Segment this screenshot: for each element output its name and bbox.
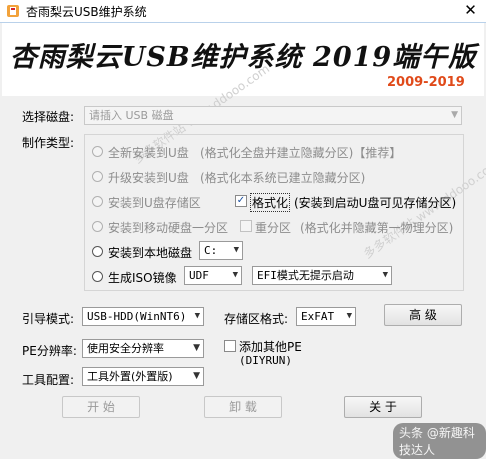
local-disk-value: C: [204, 244, 218, 257]
option-install-storage-desc: (安装到启动U盘可见存储分区) [294, 196, 457, 210]
chevron-down-icon: ▼ [232, 270, 238, 280]
boot-mode-label: 引导模式: [22, 312, 75, 326]
chevron-down-icon: ▼ [382, 270, 388, 280]
option-local-disk-label: 安装到本地磁盘 [108, 246, 193, 260]
radio-install-hdd-partition[interactable] [92, 221, 103, 232]
window-title: 杏雨梨云USB维护系统 [26, 5, 147, 19]
storage-format-dropdown[interactable]: ExFAT ▼ [296, 307, 356, 326]
option-fresh-install-label: 全新安装到U盘 [108, 146, 189, 160]
about-button[interactable]: 关 于 [344, 396, 422, 418]
chevron-down-icon: ▼ [193, 343, 200, 353]
repartition-checkbox[interactable] [240, 220, 252, 232]
format-checkbox[interactable]: ✓ [235, 195, 247, 207]
pe-resolution-dropdown[interactable]: 使用安全分辨率 ▼ [82, 339, 204, 358]
close-button[interactable]: ✕ [455, 0, 486, 20]
disk-select-label: 选择磁盘: [22, 110, 75, 124]
tool-config-label: 工具配置: [22, 373, 75, 387]
tool-config-dropdown[interactable]: 工具外置(外置版) ▼ [82, 367, 204, 386]
start-button[interactable]: 开 始 [62, 396, 140, 418]
option-install-storage-label: 安装到U盘存储区 [108, 196, 201, 210]
chevron-down-icon: ▼ [233, 245, 239, 255]
option-upgrade-install-desc: (格式化本系统已建立隐藏分区) [200, 171, 366, 185]
boot-mode-value: USB-HDD(WinNT6) [87, 310, 187, 323]
boot-mode-dropdown[interactable]: USB-HDD(WinNT6) ▼ [82, 307, 204, 326]
chevron-down-icon: ▼ [194, 311, 200, 321]
iso-format-dropdown[interactable]: UDF ▼ [184, 266, 242, 285]
app-icon [6, 4, 20, 18]
option-fresh-install-desc: (格式化全盘并建立隐藏分区)【推荐】 [200, 146, 402, 160]
option-upgrade-install-label: 升级安装到U盘 [108, 171, 189, 185]
radio-upgrade-install[interactable] [92, 171, 103, 182]
pe-resolution-value: 使用安全分辨率 [87, 342, 164, 355]
option-install-hdd-label: 安装到移动硬盘一分区 [108, 221, 229, 235]
option-iso-label: 生成ISO镜像 [108, 271, 177, 285]
add-other-pe-label: 添加其他PE [239, 340, 302, 354]
uninstall-button[interactable]: 卸 载 [204, 396, 282, 418]
repartition-checkbox-label: 重分区 [255, 221, 292, 235]
radio-install-local-disk[interactable] [92, 246, 103, 257]
banner-year-range: 2009-2019 [387, 75, 465, 90]
format-checkbox-label: 格式化 [250, 193, 291, 212]
banner-title: 杏雨梨云USB维护系统 2019端午版 [9, 42, 477, 73]
iso-format-value: UDF [189, 269, 209, 282]
radio-install-storage[interactable] [92, 196, 103, 207]
option-install-hdd-desc: (格式化并隐藏第一物理分区) [300, 221, 454, 235]
local-disk-dropdown[interactable]: C: ▼ [199, 241, 243, 260]
disk-select-value: 请插入 USB 磁盘 [89, 109, 174, 122]
make-type-label: 制作类型: [22, 136, 75, 150]
chevron-down-icon: ▼ [451, 110, 458, 120]
advanced-button[interactable]: 高 级 [384, 304, 462, 326]
storage-format-label: 存储区格式: [224, 312, 289, 326]
add-other-pe-sub: (DIYRUN) [239, 354, 292, 367]
tool-config-value: 工具外置(外置版) [87, 370, 173, 383]
efi-mode-dropdown[interactable]: EFI模式无提示启动 ▼ [252, 266, 392, 285]
radio-generate-iso[interactable] [92, 271, 103, 282]
pe-resolution-label: PE分辨率: [22, 344, 77, 358]
chevron-down-icon: ▼ [346, 311, 352, 321]
chevron-down-icon: ▼ [193, 371, 200, 381]
storage-format-value: ExFAT [301, 310, 335, 323]
add-other-pe-checkbox[interactable] [224, 340, 236, 352]
disk-select-dropdown[interactable]: 请插入 USB 磁盘 ▼ [84, 106, 462, 125]
source-watermark-tag: 头条 @新趣科技达人 [393, 423, 486, 459]
efi-mode-value: EFI模式无提示启动 [257, 269, 354, 282]
radio-fresh-install[interactable] [92, 146, 103, 157]
